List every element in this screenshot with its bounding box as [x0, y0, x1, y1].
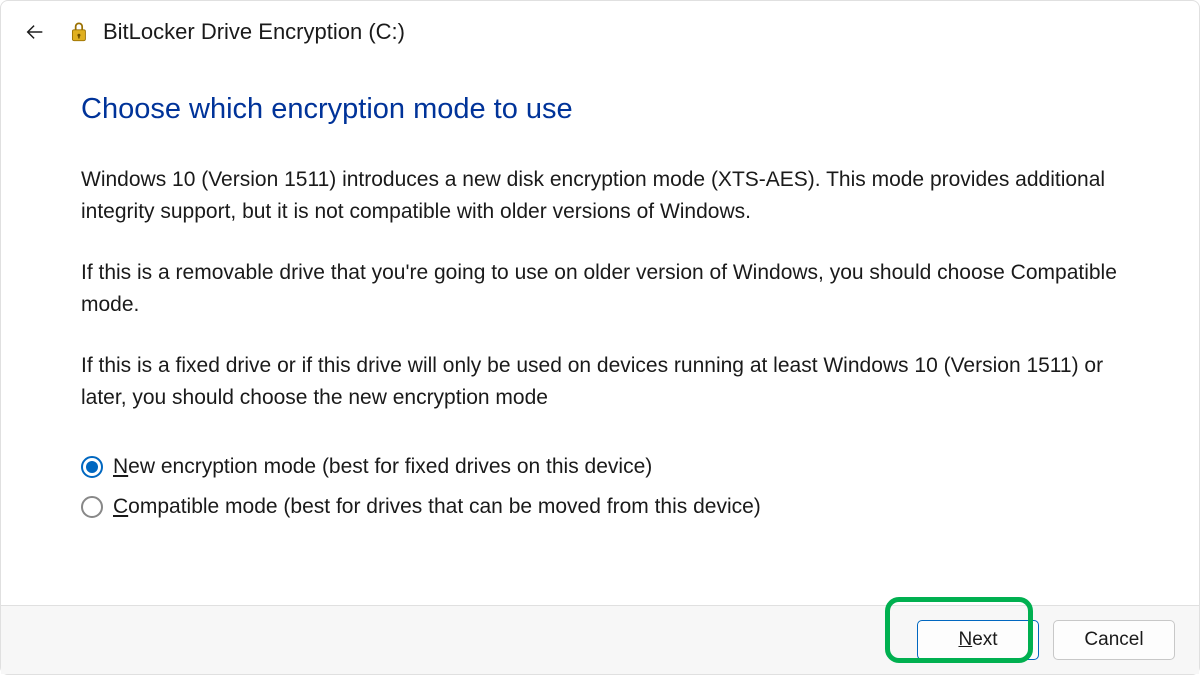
info-paragraph-1: Windows 10 (Version 1511) introduces a n…	[81, 164, 1119, 227]
radio-compatible-mode[interactable]: Compatible mode (best for drives that ca…	[81, 495, 1119, 519]
wizard-footer: Next Cancel	[1, 605, 1199, 674]
info-paragraph-3: If this is a fixed drive or if this driv…	[81, 350, 1119, 413]
back-button[interactable]	[23, 20, 47, 44]
window-title: BitLocker Drive Encryption (C:)	[103, 19, 405, 45]
page-heading: Choose which encryption mode to use	[81, 93, 1119, 126]
wizard-content: Choose which encryption mode to use Wind…	[1, 55, 1199, 605]
info-paragraph-2: If this is a removable drive that you're…	[81, 257, 1119, 320]
cancel-button[interactable]: Cancel	[1053, 620, 1175, 660]
bitlocker-key-icon	[67, 19, 93, 45]
radio-indicator-icon	[81, 456, 103, 478]
next-button[interactable]: Next	[917, 620, 1039, 660]
wizard-header: BitLocker Drive Encryption (C:)	[1, 1, 1199, 55]
radio-label: Compatible mode (best for drives that ca…	[113, 495, 761, 519]
radio-label: New encryption mode (best for fixed driv…	[113, 455, 652, 479]
radio-indicator-icon	[81, 496, 103, 518]
encryption-mode-radio-group: New encryption mode (best for fixed driv…	[81, 455, 1119, 519]
title-group: BitLocker Drive Encryption (C:)	[67, 19, 405, 45]
radio-new-encryption-mode[interactable]: New encryption mode (best for fixed driv…	[81, 455, 1119, 479]
bitlocker-wizard-window: BitLocker Drive Encryption (C:) Choose w…	[0, 0, 1200, 675]
arrow-left-icon	[24, 21, 46, 43]
